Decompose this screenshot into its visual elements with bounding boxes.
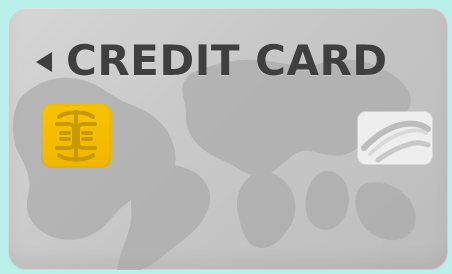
hologram-icon [358,112,432,164]
card-title: CREDIT CARD [66,36,388,85]
left-triangle-icon [36,52,52,72]
credit-card: CREDIT CARD [8,8,448,270]
card-title-area: CREDIT CARD [36,34,388,88]
chip-icon [41,104,111,168]
